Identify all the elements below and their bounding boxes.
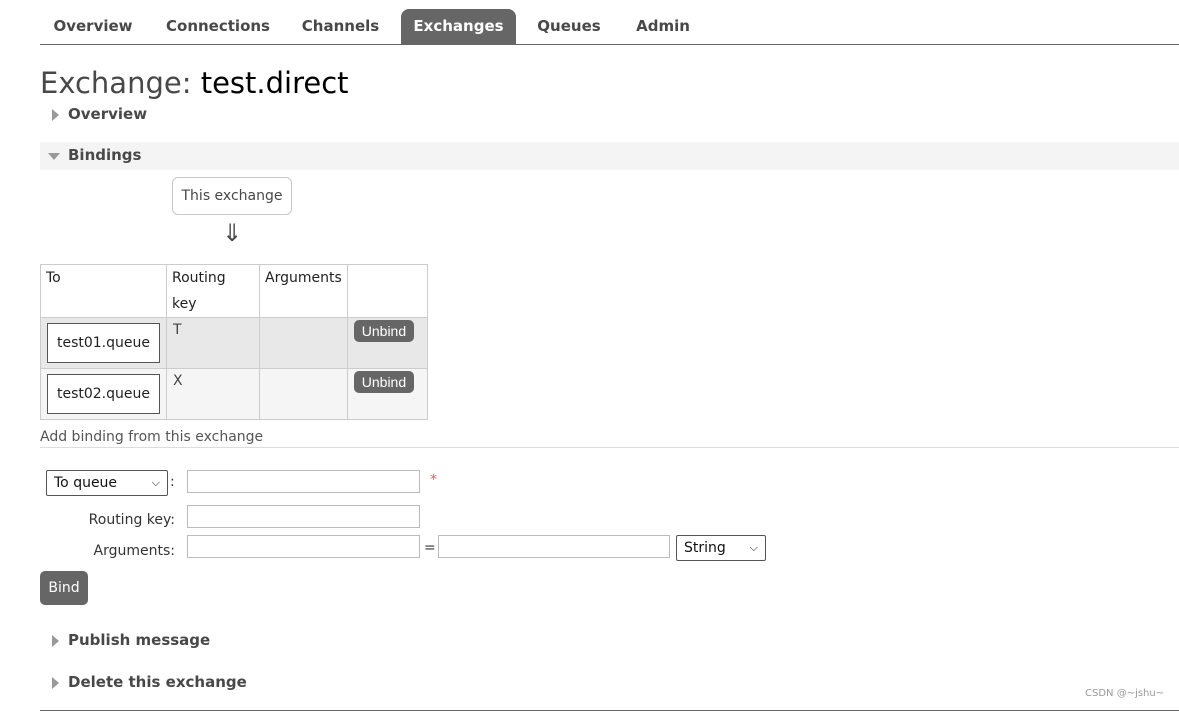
routing-key-label: Routing key: xyxy=(88,512,175,528)
queue-link-test02[interactable]: test02.queue xyxy=(47,374,160,414)
col-arguments: Arguments xyxy=(259,264,348,318)
required-mark: * xyxy=(430,472,437,488)
section-overview-label: Overview xyxy=(68,105,148,123)
argument-type-value: String xyxy=(684,540,726,556)
arguments-value xyxy=(260,369,347,377)
unbind-button[interactable]: Unbind xyxy=(353,371,415,393)
section-delete-label: Delete this exchange xyxy=(68,673,247,691)
arguments-label: Arguments: xyxy=(93,543,175,559)
watermark: CSDN @~jshu~ xyxy=(1085,688,1165,699)
section-bindings[interactable]: Bindings xyxy=(40,142,1179,170)
tab-admin[interactable]: Admin xyxy=(625,9,701,44)
table-row: test02.queue X Unbind xyxy=(40,368,428,420)
tab-channels[interactable]: Channels xyxy=(292,9,389,44)
col-routing-key: Routing key xyxy=(166,264,260,318)
chevron-down-icon: ⌵ xyxy=(151,476,160,489)
top-nav: Overview Connections Channels Exchanges … xyxy=(40,9,1179,45)
argument-equals: = xyxy=(424,540,436,556)
tab-overview[interactable]: Overview xyxy=(40,9,146,44)
routing-key-input[interactable] xyxy=(187,505,420,528)
section-publish-label: Publish message xyxy=(68,631,211,649)
destination-type-value: To queue xyxy=(54,475,118,491)
add-binding-heading: Add binding from this exchange xyxy=(40,429,1179,448)
section-bindings-label: Bindings xyxy=(68,146,142,164)
collapse-arrow-icon xyxy=(48,153,60,160)
double-down-arrow-icon: ⇓ xyxy=(222,219,243,247)
section-overview[interactable]: Overview xyxy=(40,101,1179,129)
title-prefix: Exchange: xyxy=(40,66,201,100)
this-exchange-box: This exchange xyxy=(172,177,292,215)
tab-connections[interactable]: Connections xyxy=(157,9,279,44)
col-actions xyxy=(346,264,428,318)
destination-type-select[interactable]: To queue ⌵ xyxy=(46,470,168,496)
routing-key-value: T xyxy=(173,322,182,338)
argument-key-input[interactable] xyxy=(187,535,420,558)
expand-arrow-icon xyxy=(52,677,59,689)
expand-arrow-icon xyxy=(52,635,59,647)
page-title: Exchange: test.direct xyxy=(40,66,349,100)
queue-link-test01[interactable]: test01.queue xyxy=(47,323,160,363)
routing-key-value: X xyxy=(173,373,183,389)
bind-button[interactable]: Bind xyxy=(40,571,88,605)
tab-exchanges[interactable]: Exchanges xyxy=(401,9,516,44)
section-publish-message[interactable]: Publish message xyxy=(40,627,1179,655)
chevron-down-icon: ⌵ xyxy=(749,541,758,554)
destination-input[interactable] xyxy=(187,470,420,493)
table-row: test01.queue T Unbind xyxy=(40,317,428,369)
exchange-name: test.direct xyxy=(200,66,349,100)
bindings-table: To Routing key Arguments test01.queue T … xyxy=(40,264,428,420)
unbind-button[interactable]: Unbind xyxy=(353,320,415,342)
argument-type-select[interactable]: String ⌵ xyxy=(676,535,766,561)
expand-arrow-icon xyxy=(52,109,59,121)
argument-value-input[interactable] xyxy=(438,535,670,558)
section-delete-exchange[interactable]: Delete this exchange xyxy=(40,669,1179,697)
destination-colon: : xyxy=(170,474,175,490)
col-to: To xyxy=(40,264,167,318)
tab-queues[interactable]: Queues xyxy=(528,9,610,44)
arguments-value xyxy=(260,318,347,326)
